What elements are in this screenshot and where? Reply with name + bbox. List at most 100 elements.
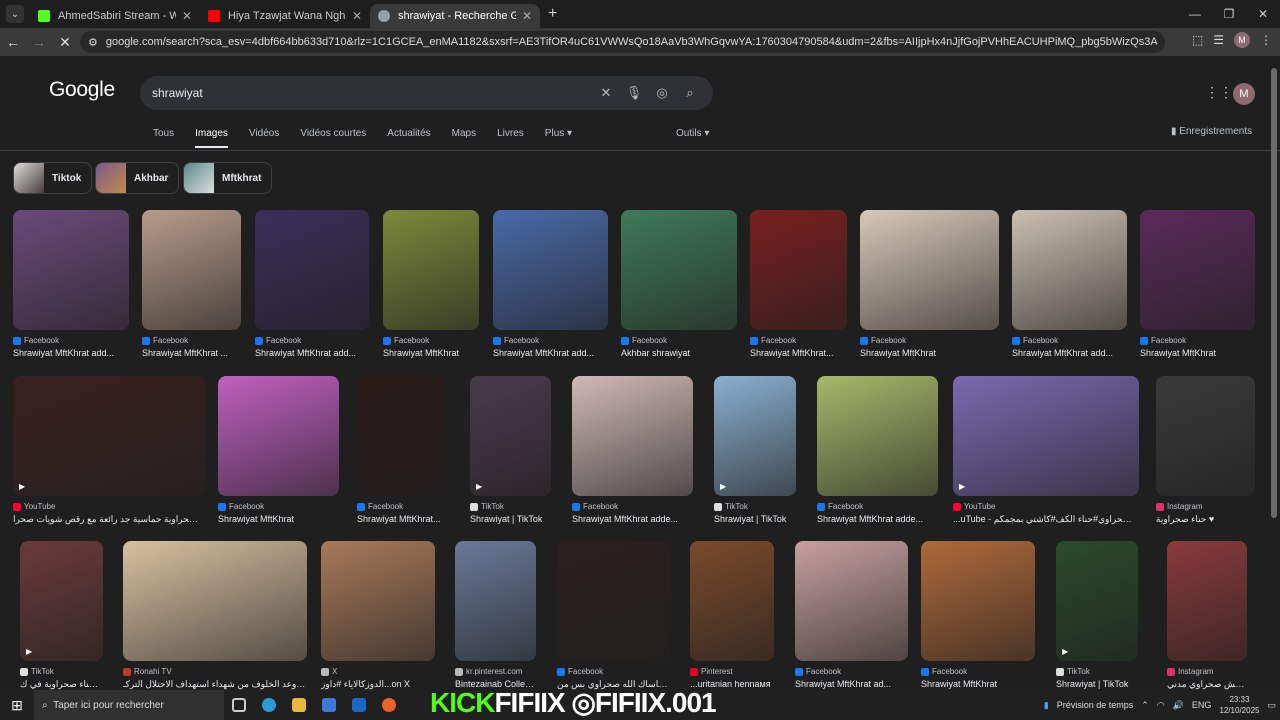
result-source[interactable]: Facebook xyxy=(795,667,908,676)
site-info-icon[interactable]: ⚙ xyxy=(88,36,98,49)
search-box[interactable]: shrawiyat ✕ 🎙 ◎ ⌕ xyxy=(140,76,713,110)
firefox-icon[interactable] xyxy=(374,690,404,720)
tab-search-icon[interactable]: ⌄ xyxy=(6,5,24,23)
tab-videos[interactable]: Vidéos xyxy=(249,128,279,148)
result-source[interactable]: X xyxy=(321,667,435,676)
tab-books[interactable]: Livres xyxy=(497,128,524,148)
image-result[interactable]: kr.pinterest.com Bintezainab Collec... xyxy=(455,541,536,689)
result-source[interactable]: Facebook xyxy=(493,336,608,345)
result-thumbnail[interactable] xyxy=(557,541,671,661)
result-thumbnail[interactable] xyxy=(357,376,444,496)
result-thumbnail[interactable] xyxy=(795,541,908,661)
result-caption[interactable]: Shrawiyat | TikTok xyxy=(714,514,796,524)
chip-tiktok[interactable]: Tiktok xyxy=(13,162,93,194)
result-source[interactable]: kr.pinterest.com xyxy=(455,667,536,676)
result-caption[interactable]: الدوزكالاياء #داوز...on X xyxy=(321,679,435,690)
image-result[interactable]: Facebook Shrawiyat MftKhrat add... xyxy=(255,210,369,358)
reading-list-icon[interactable]: ☰ xyxy=(1213,33,1224,47)
result-source[interactable]: TikTok xyxy=(1056,667,1138,676)
image-result[interactable]: X الدوزكالاياء #داوز...on X xyxy=(321,541,435,690)
result-thumbnail[interactable] xyxy=(921,541,1035,661)
image-result[interactable]: Facebook Shrawiyat MftKhrat xyxy=(1140,210,1255,358)
result-source[interactable]: Facebook xyxy=(1140,336,1255,345)
image-result[interactable]: Instagram حناء صحراوية ♥ xyxy=(1156,376,1255,525)
back-icon[interactable]: ← xyxy=(0,34,26,50)
result-caption[interactable]: Shrawiyat MftKhrat... xyxy=(357,514,444,524)
taskbar-search[interactable]: ⌕ Taper ici pour rechercher xyxy=(34,690,224,720)
browser-profile-avatar[interactable]: M xyxy=(1234,32,1250,48)
result-caption[interactable]: Shrawiyat | TikTok xyxy=(470,514,551,524)
browser-tab-1[interactable]: AhmedSabiri Stream - Watch L ✕ xyxy=(30,4,200,28)
url-text[interactable]: google.com/search?sca_esv=4dbf664bb633d7… xyxy=(106,36,1157,48)
result-source[interactable]: YouTube xyxy=(13,502,205,511)
result-thumbnail[interactable]: ▶ xyxy=(20,541,103,661)
result-source[interactable]: Facebook xyxy=(817,502,938,511)
result-thumbnail[interactable] xyxy=(255,210,369,330)
image-result[interactable]: ▶ TikTok Shrawiyat | TikTok xyxy=(1056,541,1138,689)
result-source[interactable]: Facebook xyxy=(383,336,479,345)
result-caption[interactable]: Shrawiyat MftKhrat add... xyxy=(493,348,608,358)
extensions-icon[interactable]: ⬚ xyxy=(1192,33,1203,47)
stop-loading-icon[interactable]: ✕ xyxy=(52,34,78,51)
result-source[interactable]: Facebook xyxy=(218,502,339,511)
result-caption[interactable]: Shrawiyat MftKhrat xyxy=(860,348,999,358)
result-source[interactable]: Facebook xyxy=(1012,336,1127,345)
chip-mftkhrat[interactable]: Mftkhrat xyxy=(183,162,273,194)
result-thumbnail[interactable] xyxy=(13,210,129,330)
notifications-icon[interactable]: ▭ xyxy=(1267,700,1276,711)
tab-news[interactable]: Actualités xyxy=(387,128,430,148)
close-icon[interactable]: ✕ xyxy=(522,9,532,23)
result-thumbnail[interactable] xyxy=(750,210,847,330)
result-source[interactable]: Facebook xyxy=(921,667,1035,676)
image-result[interactable]: Facebook Shrawiyat MftKhrat add... xyxy=(13,210,129,358)
image-result[interactable]: ▶ TikTok Shrawiyat | TikTok xyxy=(714,376,796,524)
tab-maps[interactable]: Maps xyxy=(452,128,476,148)
tab-more[interactable]: Plus ▾ xyxy=(545,128,572,148)
saved-button[interactable]: ▮ Enregistrements xyxy=(1171,126,1252,137)
result-source[interactable]: Facebook xyxy=(142,336,241,345)
image-result[interactable]: Facebook Shrawiyat MftKhrat adde... xyxy=(572,376,693,524)
result-caption[interactable]: Shrawiyat MftKhrat xyxy=(383,348,479,358)
image-result[interactable]: Facebook Shrawiyat MftKhrat add... xyxy=(1012,210,1127,358)
result-thumbnail[interactable] xyxy=(218,376,339,496)
image-result[interactable]: Facebook Shrawiyat MftKhrat add... xyxy=(493,210,608,358)
result-source[interactable]: TikTok xyxy=(20,667,103,676)
minimize-icon[interactable]: — xyxy=(1178,0,1212,28)
result-thumbnail[interactable]: ▶ xyxy=(953,376,1139,496)
result-caption[interactable]: Shrawiyat MftKhrat adde... xyxy=(572,514,693,524)
image-result[interactable]: Facebook Shrawiyat MftKhrat xyxy=(218,376,339,524)
chip-akhbar[interactable]: Akhbar xyxy=(95,162,180,194)
result-source[interactable]: TikTok xyxy=(470,502,551,511)
tab-short-videos[interactable]: Vidéos courtes xyxy=(300,128,366,148)
result-source[interactable]: Facebook xyxy=(860,336,999,345)
microphone-icon[interactable]: 🎙 xyxy=(623,82,645,104)
result-thumbnail[interactable] xyxy=(123,541,307,661)
windows-start-icon[interactable]: ⊞ xyxy=(0,697,34,714)
browser-tab-3[interactable]: shrawiyat - Recherche Google ✕ xyxy=(370,4,540,28)
result-caption[interactable]: Shrawiyat MftKhrat add... xyxy=(1012,348,1127,358)
image-result[interactable]: Instagram نقش صحراوي مدني #tist... xyxy=(1167,541,1247,690)
search-input[interactable]: shrawiyat xyxy=(152,86,589,100)
result-caption[interactable]: Shrawiyat MftKhrat... xyxy=(750,348,847,358)
menu-icon[interactable]: ⋮ xyxy=(1260,33,1272,47)
image-result[interactable]: ▶ TikTok Shrawiyat | TikTok xyxy=(470,376,551,524)
result-thumbnail[interactable]: ▶ xyxy=(1056,541,1138,661)
result-thumbnail[interactable] xyxy=(383,210,479,330)
result-caption[interactable]: Akhbar shrawiyat xyxy=(621,348,737,358)
address-bar[interactable]: ⚙ google.com/search?sca_esv=4dbf664bb633… xyxy=(80,31,1165,53)
weather-label[interactable]: Prévision de temps xyxy=(1057,700,1134,710)
tab-all[interactable]: Tous xyxy=(153,128,174,148)
result-caption[interactable]: Shrawiyat MftKhrat xyxy=(921,679,1035,689)
result-thumbnail[interactable] xyxy=(142,210,241,330)
image-result[interactable]: Facebook Shrawiyat MftKhrat xyxy=(860,210,999,358)
result-caption[interactable]: Shrawiyat | TikTok xyxy=(1056,679,1138,689)
close-icon[interactable]: ✕ xyxy=(352,9,362,23)
browser-tab-2[interactable]: Hiya Tzawjat Wana Nghbnet - Y ✕ xyxy=(200,4,370,28)
image-result[interactable]: Facebookماساك الله صحراوي بس من !... xyxy=(557,541,671,690)
outlook-icon[interactable] xyxy=(344,690,374,720)
forward-icon[interactable]: → xyxy=(26,34,52,50)
tab-images[interactable]: Images xyxy=(195,128,228,148)
scrollbar[interactable] xyxy=(1271,68,1277,518)
tray-chevron-icon[interactable]: ⌃ xyxy=(1141,700,1149,711)
image-result[interactable]: ▶ YouTube ...uTube - جديد نقش صحراوي#حناء … xyxy=(953,376,1139,525)
